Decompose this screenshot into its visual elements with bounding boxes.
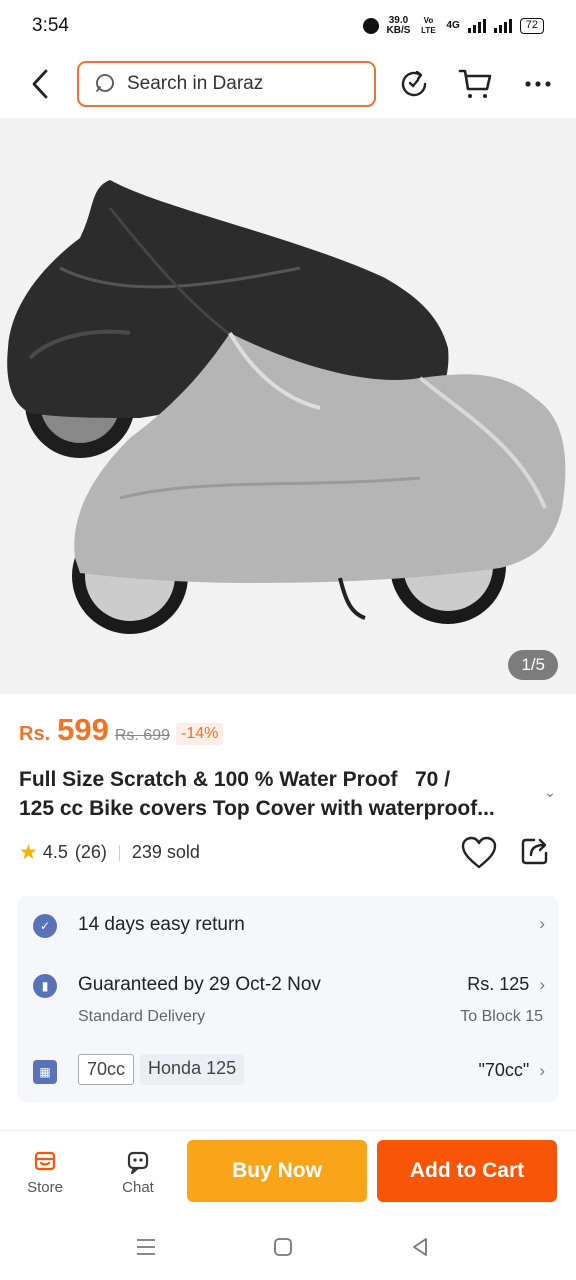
system-navigation-bar xyxy=(0,1214,576,1280)
variant-tags: 70cc Honda 125 xyxy=(78,1054,250,1085)
status-icons: 39.0 KB/S Vo LTE 4G 72 xyxy=(362,16,544,36)
back-icon xyxy=(32,69,48,99)
chevron-right-icon: › xyxy=(539,914,545,933)
original-price: Rs. 699 xyxy=(114,727,170,744)
home-button[interactable] xyxy=(268,1232,298,1262)
selected-variant-wrap: "70cc" › xyxy=(479,1060,545,1081)
home-square-icon xyxy=(274,1238,292,1256)
variant-row[interactable]: ▦ 70cc Honda 125 "70cc" › xyxy=(17,1036,559,1102)
history-icon xyxy=(401,70,427,97)
delivery-guarantee: Guaranteed by 29 Oct-2 Nov xyxy=(78,974,321,995)
product-gallery[interactable]: 1/5 xyxy=(0,118,576,694)
status-bar: 3:54 39.0 KB/S Vo LTE 4G 72 xyxy=(0,0,576,52)
price-value: 599 xyxy=(57,712,109,747)
rating-row[interactable]: ★ 4.5 (26) 239 sold xyxy=(19,840,200,865)
variant-tag-70cc[interactable]: 70cc xyxy=(78,1054,135,1085)
menu-icon xyxy=(137,1239,155,1255)
chat-label: Chat xyxy=(122,1179,154,1196)
more-button[interactable] xyxy=(520,66,556,102)
triangle-back-icon xyxy=(413,1238,427,1256)
battery-indicator: 72 xyxy=(519,18,544,34)
cart-button[interactable] xyxy=(458,66,494,102)
chevron-right-icon: › xyxy=(539,974,545,994)
network-type: 4G xyxy=(446,20,460,31)
delivery-price: Rs. 125 xyxy=(467,974,530,994)
alarm-icon xyxy=(362,18,379,34)
return-policy-text: 14 days easy return xyxy=(78,914,245,935)
bottom-action-bar: Store Chat Buy Now Add to Cart xyxy=(0,1130,576,1210)
speed-unit: KB/S xyxy=(386,25,411,36)
return-chevron: › xyxy=(539,914,545,934)
expand-title-chevron-icon[interactable]: ⌄ xyxy=(544,784,556,801)
volte-label: Vo LTE xyxy=(421,16,436,35)
network-speed: 39.0 KB/S xyxy=(387,16,411,36)
title-line-2: 125 cc Bike covers Top Cover with waterp… xyxy=(19,797,495,820)
system-back-button[interactable] xyxy=(405,1232,435,1262)
recent-apps-button[interactable] xyxy=(131,1232,161,1262)
search-placeholder: Search in Daraz xyxy=(127,73,264,94)
delivery-type: Standard Delivery xyxy=(78,1008,206,1025)
history-button[interactable] xyxy=(396,66,432,102)
image-counter: 1/5 xyxy=(508,650,558,680)
status-time: 3:54 xyxy=(32,15,69,36)
back-button[interactable] xyxy=(22,66,58,102)
heart-icon xyxy=(461,836,497,869)
shield-icon: ✓ xyxy=(33,914,57,938)
price-row: Rs. 599 Rs. 699 -14% xyxy=(19,712,224,748)
grid-icon: ▦ xyxy=(33,1060,57,1084)
chevron-right-icon: › xyxy=(539,1060,545,1080)
add-to-cart-button[interactable]: Add to Cart xyxy=(377,1140,557,1202)
product-title[interactable]: Full Size Scratch & 100 % Water Proof 70… xyxy=(19,765,535,823)
review-count: (26) xyxy=(74,842,107,862)
title-line-1: Full Size Scratch & 100 % Water Proof 70… xyxy=(19,768,451,791)
price-currency: Rs. xyxy=(19,723,51,745)
return-policy-row[interactable]: ✓ 14 days easy return › xyxy=(17,896,559,956)
buy-now-button[interactable]: Buy Now xyxy=(187,1140,367,1202)
variant-tag-honda-125[interactable]: Honda 125 xyxy=(140,1054,245,1085)
product-image xyxy=(7,180,566,634)
search-icon xyxy=(96,74,114,92)
share-button[interactable] xyxy=(520,836,556,872)
store-label: Store xyxy=(27,1179,63,1196)
delivery-location: To Block 15 xyxy=(460,1008,543,1025)
store-icon xyxy=(34,1151,56,1171)
chat-icon xyxy=(127,1151,149,1175)
delivery-price-wrap: Rs. 125 › xyxy=(467,974,545,995)
cart-icon xyxy=(458,69,492,98)
selected-variant: "70cc" xyxy=(478,1060,530,1080)
share-icon xyxy=(521,838,548,865)
delivery-row[interactable]: ▮ Guaranteed by 29 Oct-2 Nov Standard De… xyxy=(17,956,559,1036)
more-icon xyxy=(525,81,551,87)
discount-badge: -14% xyxy=(176,723,224,745)
search-input[interactable]: Search in Daraz xyxy=(77,61,376,107)
star-icon: ★ xyxy=(19,841,38,864)
signal-icon-2 xyxy=(493,19,512,33)
top-navigation: Search in Daraz xyxy=(0,56,576,114)
service-info-card: ✓ 14 days easy return › ▮ Guaranteed by … xyxy=(17,896,559,1102)
rating-value: 4.5 xyxy=(42,842,68,862)
wishlist-button[interactable] xyxy=(461,836,499,872)
chat-button[interactable]: Chat xyxy=(108,1149,168,1196)
delivery-icon: ▮ xyxy=(33,974,57,998)
sold-count: 239 sold xyxy=(131,842,200,862)
divider xyxy=(118,844,120,861)
store-button[interactable]: Store xyxy=(15,1149,75,1196)
signal-icon xyxy=(467,19,486,33)
